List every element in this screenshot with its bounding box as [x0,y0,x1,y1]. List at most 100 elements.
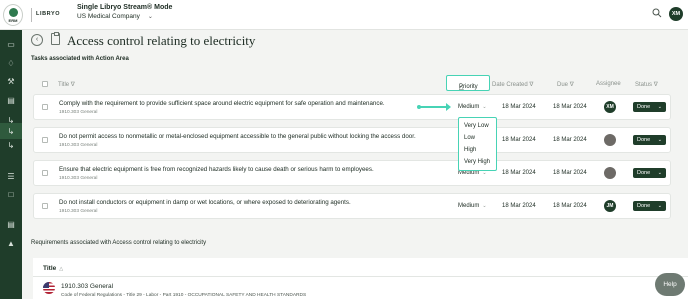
company-selector[interactable]: US Medical Company ⌄ [77,13,153,20]
us-flag-icon [43,282,55,294]
column-header-title[interactable]: Title ∇ [58,81,75,88]
brand-name: LIBRYO [36,11,61,17]
column-header-status[interactable]: Status ∇ [635,81,658,88]
column-header-assignee[interactable]: Assignee [596,81,621,87]
column-status-label: Status [635,82,653,88]
subitem-arrow-icon[interactable]: ↳ [6,127,16,137]
status-select[interactable]: Done ⌄ [633,201,666,211]
priority-value: Medium [458,104,480,110]
due-date: 18 Mar 2024 [553,104,587,110]
user-avatar[interactable]: XM [669,7,683,21]
org-chart-icon[interactable]: ▲ [6,239,16,249]
select-all-checkbox[interactable] [42,81,48,87]
column-header-due[interactable]: Due ∇ [557,81,574,88]
page-title: Access control relating to electricity [67,33,256,48]
chevron-down-icon: ⌄ [657,137,662,143]
assignee-avatar[interactable] [604,134,616,146]
status-select[interactable]: Done ⌄ [633,135,666,145]
back-button[interactable]: ‹ [31,34,43,46]
due-date: 18 Mar 2024 [553,203,587,209]
filter-icon: ∇ [70,82,75,88]
status-value: Done [637,170,651,176]
requirements-column-title[interactable]: Title △ [43,265,63,272]
date-created: 18 Mar 2024 [502,137,536,143]
requirements-panel: Title △ 1910.303 General Code of Federal … [33,258,688,299]
task-title[interactable]: Do not permit access to nonmetallic or m… [59,133,416,140]
clipboard-icon [51,32,60,45]
top-bar: ERM LIBRYO Single Libryo Stream® Mode US… [0,0,688,30]
column-header-date-created[interactable]: Date Created ∇ [492,81,533,88]
list-icon[interactable]: ☰ [6,172,16,182]
task-title[interactable]: Comply with the requirement to provide s… [59,100,385,107]
requirements-section-heading: Requirements associated with Access cont… [31,240,207,246]
status-value: Done [637,104,651,110]
status-select[interactable]: Done ⌄ [633,102,666,112]
chevron-down-icon: ⌄ [147,14,153,20]
chevron-down-icon: ⌄ [482,203,487,209]
row-checkbox[interactable] [42,137,48,143]
tasks-section-heading: Tasks associated with Action Area [31,56,129,62]
sidebar: ▭ ♢ ⚒ ▤ ↳ ↳ ↳ ☰ □ ▤ ▲ [0,30,22,299]
chevron-down-icon: ⌄ [657,203,662,209]
assignee-avatar[interactable]: XM [604,101,616,113]
priority-option-very-low[interactable]: Very Low [464,123,489,129]
filter-icon: ∇ [529,82,534,88]
sort-icon: △ [459,85,464,91]
clipboard-icon[interactable]: ▤ [6,96,16,106]
folder-icon[interactable]: □ [6,190,16,200]
task-code: 1910.303 General [59,176,98,181]
priority-select[interactable]: Medium ⌄ [458,203,487,209]
logo-mark-icon [9,8,18,17]
subitem-arrow-icon[interactable]: ↳ [6,116,16,126]
priority-select[interactable]: Medium ⌄ [458,104,487,110]
assignee-avatar[interactable]: JM [604,200,616,212]
task-row[interactable]: Ensure that electric equipment is free f… [33,160,671,186]
column-header-priority[interactable]: Priority △ [446,75,490,91]
status-value: Done [637,203,651,209]
row-checkbox[interactable] [42,203,48,209]
filter-icon: ∇ [653,82,658,88]
task-title[interactable]: Do not install conductors or equipment i… [59,199,351,206]
task-code: 1910.303 General [59,209,98,214]
bell-icon[interactable]: ♢ [6,59,16,69]
tools-icon[interactable]: ⚒ [6,77,16,87]
chevron-down-icon: ⌄ [482,104,487,110]
chevron-down-icon: ⌄ [657,104,662,110]
due-date: 18 Mar 2024 [553,170,587,176]
priority-option-very-high[interactable]: Very High [464,159,490,165]
date-created: 18 Mar 2024 [502,170,536,176]
requirement-title[interactable]: 1910.303 General [61,283,113,290]
column-title-label: Title [58,82,70,88]
priority-option-high[interactable]: High [464,147,476,153]
chevron-down-icon: ⌄ [657,170,662,176]
task-row[interactable]: Do not install conductors or equipment i… [33,193,671,219]
erm-logo[interactable]: ERM [3,4,23,26]
divider [33,276,688,277]
task-code: 1910.303 General [59,143,98,148]
task-title[interactable]: Ensure that electric equipment is free f… [59,166,374,173]
requirements-title-label: Title [43,265,57,272]
date-created: 18 Mar 2024 [502,203,536,209]
priority-value: Medium [458,203,480,209]
priority-option-low[interactable]: Low [464,135,475,141]
row-checkbox[interactable] [42,170,48,176]
assignee-avatar[interactable] [604,167,616,179]
filter-icon: ∇ [569,82,574,88]
column-due-label: Due [557,82,569,88]
status-select[interactable]: Done ⌄ [633,168,666,178]
task-row[interactable]: Do not permit access to nonmetallic or m… [33,127,671,153]
guide-arrow-icon [417,103,451,111]
search-icon[interactable] [652,8,662,18]
help-button[interactable]: Help [655,273,685,296]
company-name: US Medical Company [77,13,140,20]
logo-text: ERM [8,18,18,23]
column-date-created-label: Date Created [492,82,528,88]
task-row[interactable]: Comply with the requirement to provide s… [33,94,671,120]
document-icon[interactable]: ▤ [6,220,16,230]
date-created: 18 Mar 2024 [502,104,536,110]
requirement-subtitle: Code of Federal Regulations - Title 29 -… [61,293,307,298]
calendar-icon[interactable]: ▭ [6,40,16,50]
subitem-arrow-icon[interactable]: ↳ [6,141,16,151]
row-checkbox[interactable] [42,104,48,110]
mode-title: Single Libryo Stream® Mode [77,4,173,11]
